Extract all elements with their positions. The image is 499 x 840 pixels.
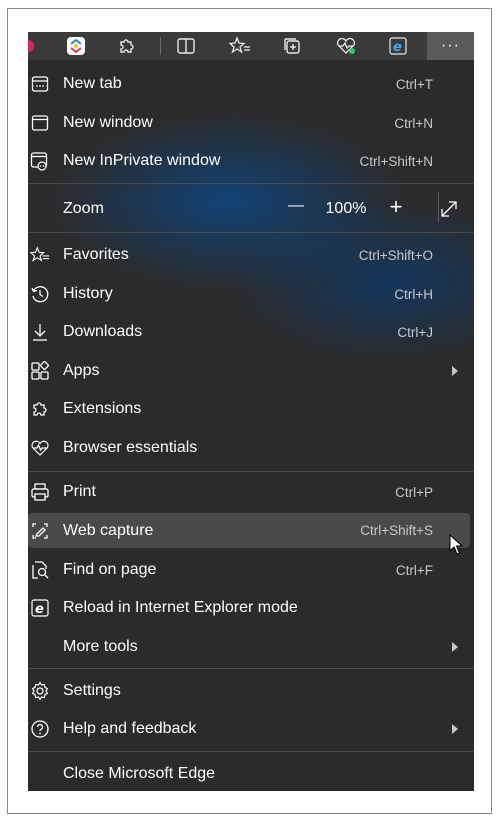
favorites-icon <box>30 245 50 265</box>
collections-icon[interactable] <box>280 32 304 60</box>
menu-item-label: Reload in Internet Explorer mode <box>63 599 298 616</box>
divider <box>28 471 474 472</box>
extensions-icon <box>30 399 50 419</box>
zoom-level-value: 100% <box>325 200 367 217</box>
browser-menu: e ··· New tab Ctrl+T New window Ctrl+N N… <box>28 32 474 791</box>
menu-item-downloads[interactable]: Downloads Ctrl+J <box>28 313 474 351</box>
menu-item-label: Extensions <box>63 400 142 417</box>
settings-and-more-button[interactable]: ··· <box>427 32 474 60</box>
menu-item-label: History <box>63 285 113 302</box>
full-screen-icon[interactable] <box>438 198 460 220</box>
copilot-icon[interactable] <box>64 32 88 60</box>
menu-item-label: Close Microsoft Edge <box>63 765 216 782</box>
menu-item-label: New window <box>63 114 153 131</box>
shortcut-text: Ctrl+T <box>395 76 433 92</box>
menu-item-web-capture[interactable]: Web capture Ctrl+Shift+S <box>28 513 470 548</box>
favorites-icon[interactable] <box>227 32 253 60</box>
settings-icon <box>30 681 50 701</box>
shortcut-text: Ctrl+P <box>395 484 433 500</box>
new-window-icon <box>30 113 50 133</box>
svg-text:e: e <box>35 602 44 617</box>
divider <box>28 183 474 184</box>
submenu-arrow-icon <box>452 724 458 734</box>
split-screen-icon[interactable] <box>174 32 198 60</box>
menu-item-favorites[interactable]: Favorites Ctrl+Shift+O <box>28 236 474 274</box>
menu-item-more-tools[interactable]: More tools <box>28 628 474 666</box>
menu-item-label: More tools <box>63 638 138 655</box>
menu-item-label: Web capture <box>63 521 154 539</box>
menu-item-label: Settings <box>63 682 121 699</box>
menu-item-label: Browser essentials <box>63 439 198 456</box>
shortcut-text: Ctrl+Shift+N <box>359 153 433 169</box>
menu-item-settings[interactable]: Settings <box>28 672 474 710</box>
menu-item-label: Apps <box>63 362 100 379</box>
menu-item-label: New tab <box>63 75 122 92</box>
shortcut-text: Ctrl+Shift+O <box>358 247 433 263</box>
find-icon <box>30 560 50 580</box>
menu-item-label: Find on page <box>63 561 157 578</box>
menu-item-new-tab[interactable]: New tab Ctrl+T <box>28 65 474 103</box>
toolbar-separator <box>160 37 161 55</box>
zoom-out-button[interactable]: — <box>285 197 307 215</box>
apps-icon <box>30 361 50 381</box>
toolbar: e ··· <box>28 32 474 60</box>
shortcut-text: Ctrl+N <box>394 115 433 131</box>
menu-item-extensions[interactable]: Extensions <box>28 390 474 428</box>
menu-item-find-on-page[interactable]: Find on page Ctrl+F <box>28 551 474 589</box>
browser-essentials-icon[interactable] <box>333 32 359 60</box>
menu-item-label: Help and feedback <box>63 720 197 737</box>
menu-item-label: Favorites <box>63 246 129 263</box>
help-icon <box>30 719 50 739</box>
inprivate-icon <box>30 151 50 171</box>
shortcut-text: Ctrl+H <box>394 286 433 302</box>
mouse-cursor-icon <box>449 534 463 556</box>
menu-item-help-and-feedback[interactable]: Help and feedback <box>28 710 474 748</box>
ie-mode-icon[interactable]: e <box>386 32 410 60</box>
extensions-icon[interactable] <box>115 32 139 60</box>
browser-essentials-icon <box>30 438 50 458</box>
menu-item-browser-essentials[interactable]: Browser essentials <box>28 429 474 467</box>
web-capture-icon <box>30 521 50 541</box>
zoom-in-button[interactable]: + <box>384 194 408 220</box>
menu-item-new-inprivate-window[interactable]: New InPrivate window Ctrl+Shift+N <box>28 142 474 180</box>
submenu-arrow-icon <box>452 366 458 376</box>
divider <box>28 751 474 752</box>
downloads-icon <box>30 322 50 342</box>
ie-mode-icon: e <box>30 598 50 618</box>
shortcut-text: Ctrl+Shift+S <box>360 523 433 538</box>
print-icon <box>30 482 50 502</box>
menu-item-close-microsoft-edge[interactable]: Close Microsoft Edge <box>28 755 474 791</box>
menu-item-history[interactable]: History Ctrl+H <box>28 275 474 313</box>
menu-item-print[interactable]: Print Ctrl+P <box>28 473 474 511</box>
svg-text:e: e <box>393 40 402 55</box>
shortcut-text: Ctrl+F <box>395 562 433 578</box>
divider <box>28 232 474 233</box>
new-tab-icon <box>30 74 50 94</box>
menu-item-new-window[interactable]: New window Ctrl+N <box>28 104 474 142</box>
profile-icon[interactable] <box>28 32 34 60</box>
history-icon <box>30 284 50 304</box>
menu-item-apps[interactable]: Apps <box>28 352 474 390</box>
submenu-arrow-icon <box>452 642 458 652</box>
divider <box>28 668 474 669</box>
menu-item-reload-ie-mode[interactable]: e Reload in Internet Explorer mode <box>28 589 474 627</box>
shortcut-text: Ctrl+J <box>397 324 433 340</box>
zoom-label: Zoom <box>63 200 104 217</box>
menu-item-label: Downloads <box>63 323 143 340</box>
menu-item-label: New InPrivate window <box>63 152 221 169</box>
menu-item-label: Print <box>63 483 96 500</box>
